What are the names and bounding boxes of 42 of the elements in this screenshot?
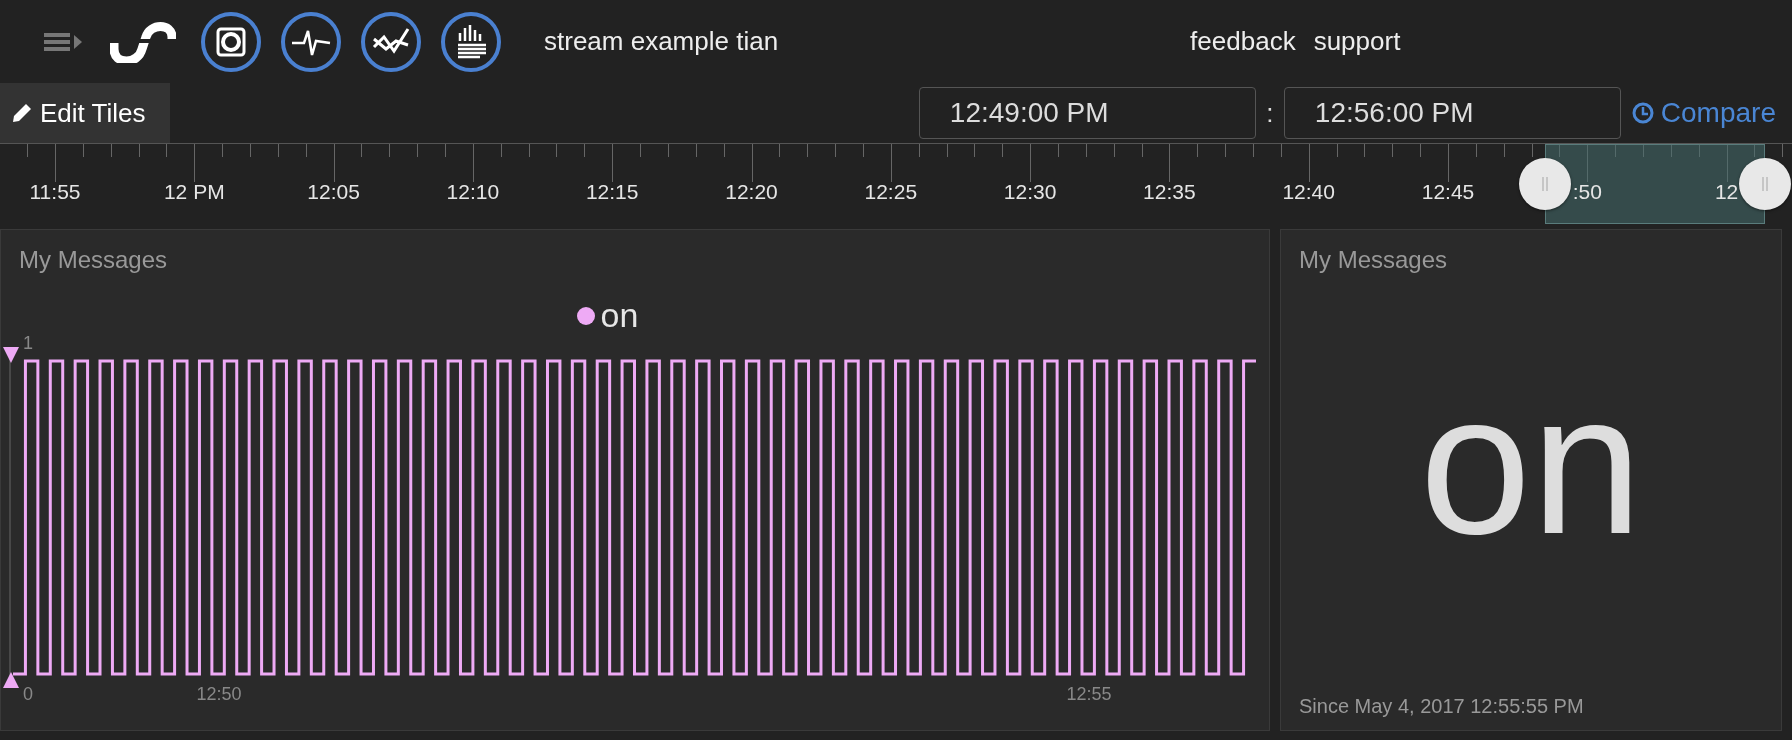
time-axis-label: 12:20 xyxy=(725,180,778,204)
tile-title: My Messages xyxy=(1298,245,1449,274)
min-marker-icon xyxy=(3,672,19,688)
range-handle[interactable] xyxy=(1739,158,1791,210)
time-axis-label: 11:55 xyxy=(29,180,81,204)
pulse-icon[interactable] xyxy=(280,10,342,73)
edit-tiles-button[interactable]: Edit Tiles xyxy=(0,83,170,143)
time-axis-label: 12:25 xyxy=(864,180,918,204)
header-link[interactable]: feedback xyxy=(1190,26,1296,57)
legend-label: on xyxy=(600,296,639,335)
start-time-field[interactable]: 12:49:00 PM xyxy=(918,87,1256,139)
clock-icon xyxy=(1630,101,1655,125)
time-axis-label: 12:05 xyxy=(307,180,360,204)
line-chart-icon[interactable] xyxy=(360,10,422,73)
dashboard-title: stream example tian xyxy=(544,26,779,57)
time-separator: : xyxy=(1265,97,1275,129)
time-axis-label: 12 xyxy=(1714,180,1739,204)
time-axis-label: 12:45 xyxy=(1421,180,1475,204)
range-handle[interactable] xyxy=(1519,158,1571,210)
time-axis-label: 12:10 xyxy=(446,180,500,204)
end-time-field[interactable]: 12:56:00 PM xyxy=(1283,87,1621,139)
compare-link[interactable]: Compare xyxy=(1630,97,1776,129)
pencil-icon xyxy=(10,101,34,125)
y-axis-label: 1 xyxy=(23,333,33,353)
time-axis-label: 12:35 xyxy=(1143,180,1196,204)
since-timestamp: Since May 4, 2017 12:55:55 PM xyxy=(1298,695,1584,719)
x-axis-label: 12:50 xyxy=(196,684,242,703)
bar-list-icon[interactable] xyxy=(440,10,502,73)
time-axis-label: 12:40 xyxy=(1282,180,1335,204)
x-axis-label: 12:55 xyxy=(1066,684,1112,703)
tile-title: My Messages xyxy=(18,245,168,274)
menu-icon[interactable] xyxy=(44,30,82,53)
y-axis-label: 0 xyxy=(23,684,33,703)
header-link[interactable]: support xyxy=(1313,26,1401,57)
dial-icon[interactable] xyxy=(200,10,262,73)
time-axis-label: 12 PM xyxy=(163,180,225,204)
time-axis-label: 12:30 xyxy=(1003,180,1057,204)
max-marker-icon xyxy=(3,347,19,363)
time-axis-label: :50 xyxy=(1572,180,1602,204)
wave-logo-icon[interactable] xyxy=(110,20,176,63)
current-value: on xyxy=(1419,364,1643,564)
time-axis-label: 12:15 xyxy=(585,180,639,204)
